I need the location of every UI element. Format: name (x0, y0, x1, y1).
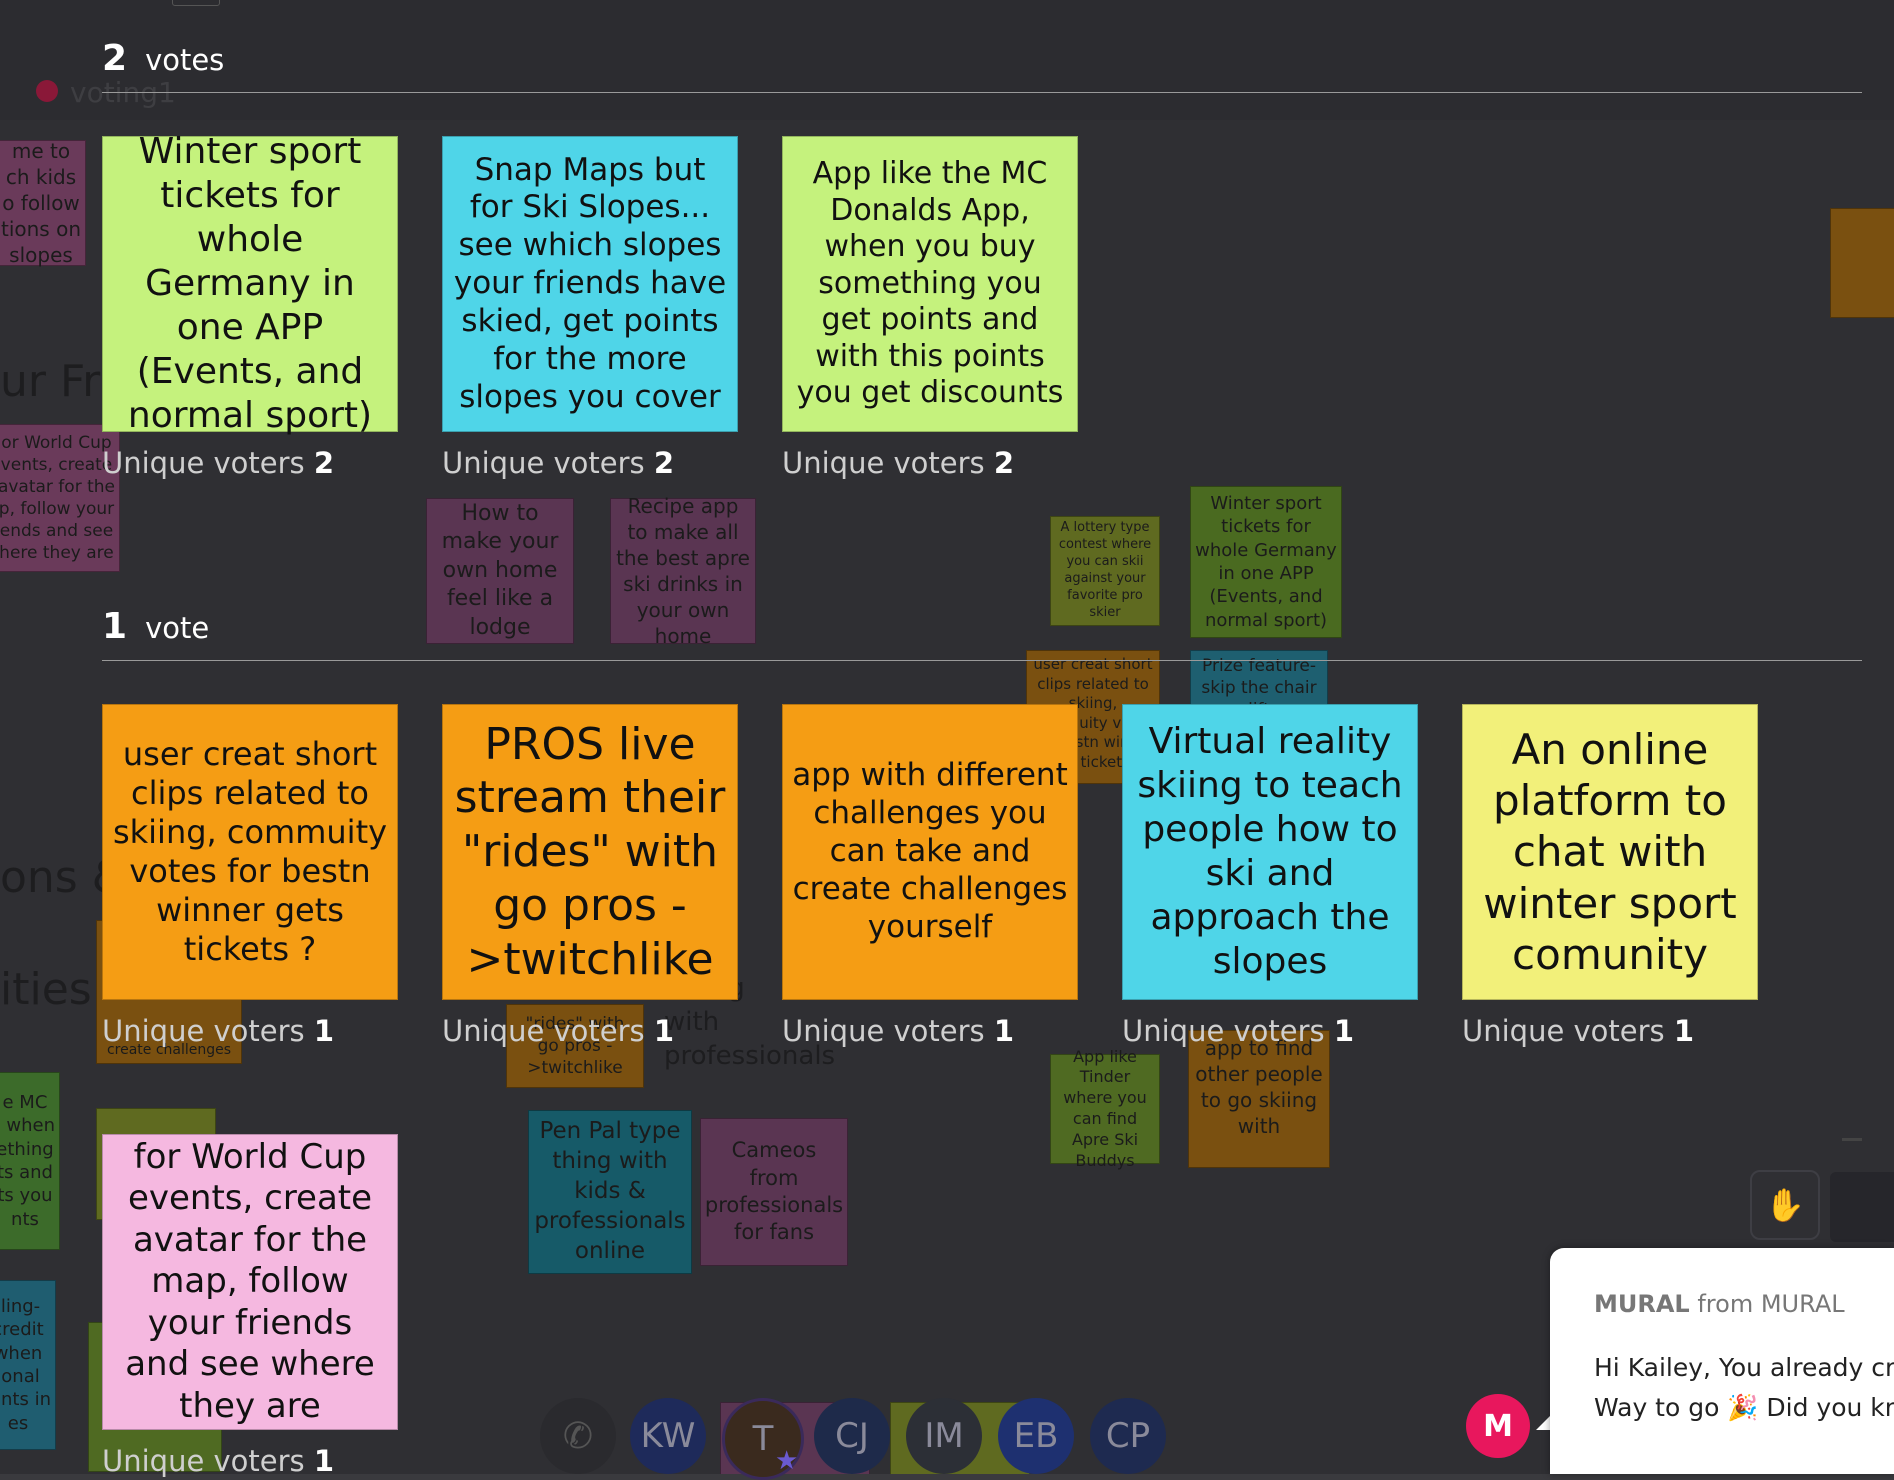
bg-sticky-note[interactable]: me to ch kids o follow tions on slopes (0, 139, 86, 267)
phone-icon: ✆ (562, 1415, 594, 1457)
bg-sticky-note[interactable]: A lottery type contest where you can ski… (1050, 516, 1160, 626)
unique-voters: Unique voters 2 (442, 446, 674, 480)
voters-count: 2 (313, 446, 335, 480)
chat-from: from MURAL (1697, 1290, 1845, 1318)
bg-section-title: ities (0, 964, 92, 1015)
voters-label: Unique voters (102, 446, 305, 480)
section-dot-icon (36, 80, 58, 102)
collaborator-avatar[interactable]: IM (906, 1398, 982, 1474)
vote-group-header: 1 vote (102, 606, 209, 647)
collaborator-avatar[interactable]: KW (630, 1398, 706, 1474)
voters-label: Unique voters (782, 1014, 985, 1048)
unique-voters: Unique voters 2 (782, 446, 1014, 480)
vote-count: 2 (102, 38, 128, 79)
voters-count: 2 (653, 446, 675, 480)
bg-sticky-note[interactable]: Cameos from professionals for fans (700, 1118, 848, 1266)
idea-card[interactable]: Snap Maps but for Ski Slopes... see whic… (442, 136, 738, 432)
divider (102, 660, 1862, 661)
chat-sender: MURAL from MURAL (1594, 1290, 1845, 1318)
zoom-minus-icon[interactable] (1842, 1138, 1862, 1141)
chat-launcher-button[interactable]: M (1466, 1394, 1530, 1458)
bg-sticky-note[interactable]: app to find other people to go skiing wi… (1188, 1030, 1330, 1168)
chat-message: Hi Kailey, You already cre Way to go 🎉 D… (1594, 1348, 1894, 1428)
unique-voters: Unique voters 1 (102, 1444, 334, 1478)
idea-card[interactable]: Winter sport tickets for whole Germany i… (102, 131, 398, 436)
voters-count: 1 (1673, 1014, 1695, 1048)
voters-count: 1 (993, 1014, 1015, 1048)
voters-label: Unique voters (782, 446, 985, 480)
idea-card[interactable]: user creat short clips related to skiing… (102, 704, 398, 1000)
bg-sticky-note[interactable]: App like Tinder where you can find Apre … (1050, 1047, 1160, 1170)
bg-sticky-note[interactable]: Prize feature- skip the chair lift (1190, 650, 1328, 720)
unique-voters: Unique voters 1 (442, 1014, 674, 1048)
idea-card[interactable]: PROS live stream their "rides" with go p… (442, 704, 738, 1000)
idea-card[interactable]: Virtual reality skiing to teach people h… (1122, 704, 1418, 1000)
mural-logo-icon: M (1483, 1408, 1513, 1444)
idea-card[interactable]: app with different challenges you can ta… (782, 704, 1078, 1000)
collaborator-avatar[interactable]: CP (1090, 1398, 1166, 1474)
unique-voters: Unique voters 2 (102, 446, 334, 480)
top-bar (0, 0, 1894, 120)
chat-sender-name: MURAL (1594, 1290, 1690, 1318)
idea-card[interactable]: An online platform to chat with winter s… (1462, 704, 1758, 1000)
unique-voters: Unique voters 1 (782, 1014, 1014, 1048)
collaborator-avatar[interactable]: EB (998, 1398, 1074, 1474)
vote-group-header: 2 votes (102, 38, 224, 79)
voters-count: 2 (993, 446, 1015, 480)
collaborator-avatar[interactable]: CJ (814, 1398, 890, 1474)
bg-sticky-note[interactable]: Recipe app to make all the best apre ski… (610, 494, 756, 648)
bg-sticky-note[interactable]: Pen Pal type thing with kids & professio… (528, 1110, 692, 1274)
unique-voters: Unique voters 1 (1122, 1014, 1354, 1048)
bg-sticky-note[interactable]: iling- credit when ional oints in es (0, 1280, 56, 1450)
hand-tool-button[interactable]: ✋ (1750, 1170, 1820, 1240)
vote-count: 1 (102, 606, 128, 647)
voters-count: 1 (313, 1444, 335, 1478)
idea-card[interactable]: for World Cup events, create avatar for … (102, 1134, 398, 1430)
voters-label: Unique voters (1122, 1014, 1325, 1048)
voters-label: Unique voters (102, 1444, 305, 1478)
bg-sticky-note[interactable]: How to make your own home feel like a lo… (426, 498, 574, 644)
star-icon: ★ (775, 1446, 799, 1476)
unique-voters: Unique voters 1 (102, 1014, 334, 1048)
voters-count: 1 (1333, 1014, 1355, 1048)
minimap[interactable] (1830, 1172, 1894, 1242)
top-bar-button[interactable] (172, 0, 220, 6)
vote-label: vote (145, 611, 210, 645)
bg-sticky-note[interactable]: e MC , when ething ts and ts you nts (0, 1072, 60, 1250)
voters-count: 1 (313, 1014, 335, 1048)
divider (102, 92, 1862, 93)
chat-popup[interactable]: MURAL from MURAL Hi Kailey, You already … (1550, 1248, 1894, 1474)
chat-line: Hi Kailey, You already cre (1594, 1353, 1894, 1382)
vote-label: votes (145, 43, 225, 77)
unique-voters: Unique voters 1 (1462, 1014, 1694, 1048)
voters-label: Unique voters (102, 1014, 305, 1048)
voters-label: Unique voters (442, 446, 645, 480)
voters-label: Unique voters (1462, 1014, 1665, 1048)
phone-button[interactable]: ✆ (540, 1398, 616, 1474)
bg-sticky-note[interactable]: Winter sport tickets for whole Germany i… (1190, 486, 1342, 638)
idea-card[interactable]: App like the MC Donalds App, when you bu… (782, 136, 1078, 432)
chat-line: Way to go 🎉 Did you kn (1594, 1393, 1894, 1422)
bg-sticky-note[interactable] (1830, 208, 1894, 318)
hand-icon: ✋ (1765, 1186, 1805, 1224)
voters-label: Unique voters (442, 1014, 645, 1048)
voters-count: 1 (653, 1014, 675, 1048)
